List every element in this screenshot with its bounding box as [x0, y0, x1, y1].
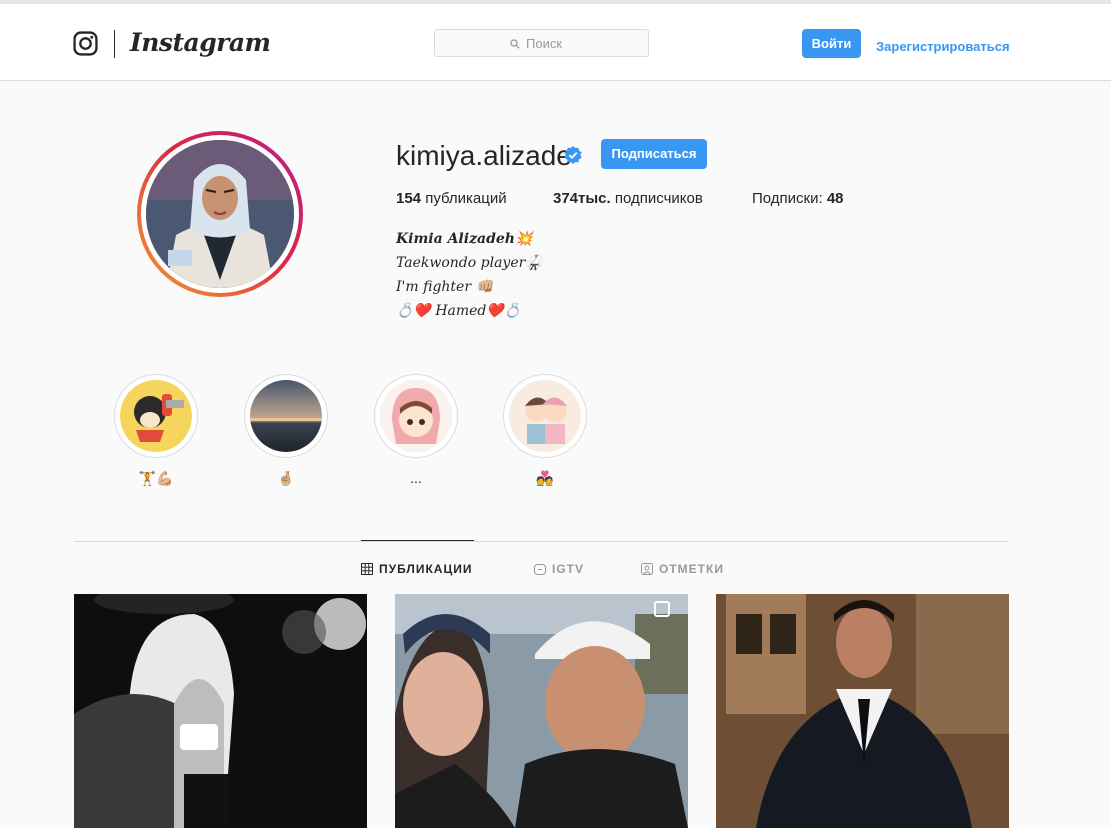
- bio-line: I'm fighter 👊🏼: [396, 279, 493, 295]
- profile-avatar-ring[interactable]: [137, 131, 303, 297]
- highlight-cover: [380, 380, 452, 452]
- highlight-cover: [120, 380, 192, 452]
- tab-label: ОТМЕТКИ: [659, 562, 724, 576]
- following-count[interactable]: Подписки: 48: [752, 190, 844, 207]
- instagram-wordmark[interactable]: Instagram: [130, 28, 271, 57]
- story-highlight[interactable]: ...: [373, 374, 459, 488]
- post-thumbnail[interactable]: [395, 594, 688, 828]
- story-highlight[interactable]: 🤞🏼: [243, 374, 329, 488]
- tabs-divider: [74, 541, 1009, 542]
- post-thumbnail[interactable]: [74, 594, 367, 828]
- following-count-value: 48: [826, 190, 844, 207]
- verified-badge-icon: [564, 146, 582, 164]
- posts-count-value: 154: [396, 190, 422, 207]
- search-input[interactable]: [526, 36, 606, 51]
- igtv-icon: [534, 564, 546, 575]
- followers-count[interactable]: 374тыс. подписчиков: [553, 190, 703, 207]
- tab-label: ПУБЛИКАЦИИ: [379, 562, 473, 576]
- tagged-person-icon: [641, 563, 653, 575]
- posts-count-label: публикаций: [425, 190, 507, 207]
- highlight-label: 💑: [536, 470, 554, 486]
- highlight-cover: [250, 380, 322, 452]
- logo-divider: [114, 30, 115, 58]
- following-count-label: Подписки:: [752, 190, 823, 207]
- story-highlight[interactable]: 💑: [502, 374, 588, 488]
- story-highlight[interactable]: 🏋️💪🏼: [113, 374, 199, 488]
- tab-label: IGTV: [552, 562, 585, 576]
- highlight-label: ...: [410, 470, 422, 486]
- tab-posts[interactable]: ПУБЛИКАЦИИ: [361, 562, 472, 576]
- highlight-label: 🤞🏼: [277, 470, 295, 486]
- followers-count-value: 374тыс.: [553, 190, 611, 207]
- highlight-label: 🏋️💪🏼: [138, 470, 174, 486]
- followers-count-label: подписчиков: [614, 190, 703, 207]
- grid-icon: [361, 563, 373, 575]
- bio-line: 💍❤️ Hamed❤️💍: [396, 303, 522, 319]
- post-thumbnail[interactable]: [716, 594, 1009, 828]
- highlight-cover: [509, 380, 581, 452]
- search-icon: [510, 38, 520, 49]
- instagram-camera-icon[interactable]: [73, 31, 98, 56]
- tab-igtv[interactable]: IGTV: [534, 562, 584, 576]
- bio-full-name: Kimia Alizadeh💥: [396, 231, 533, 247]
- follow-button[interactable]: Подписаться: [601, 139, 707, 169]
- profile-avatar: [146, 140, 294, 288]
- bio-line: Taekwondo player🥋: [396, 255, 543, 271]
- login-button[interactable]: Войти: [802, 29, 861, 58]
- signup-link[interactable]: Зарегистрироваться: [876, 39, 1010, 54]
- search-box[interactable]: [434, 29, 649, 57]
- profile-username: kimiya.alizade: [396, 140, 572, 171]
- active-tab-indicator: [361, 540, 474, 541]
- posts-count: 154 публикаций: [396, 190, 507, 207]
- tab-tagged[interactable]: ОТМЕТКИ: [641, 562, 724, 576]
- top-navigation-bar: Instagram Войти Зарегистрироваться: [0, 0, 1111, 81]
